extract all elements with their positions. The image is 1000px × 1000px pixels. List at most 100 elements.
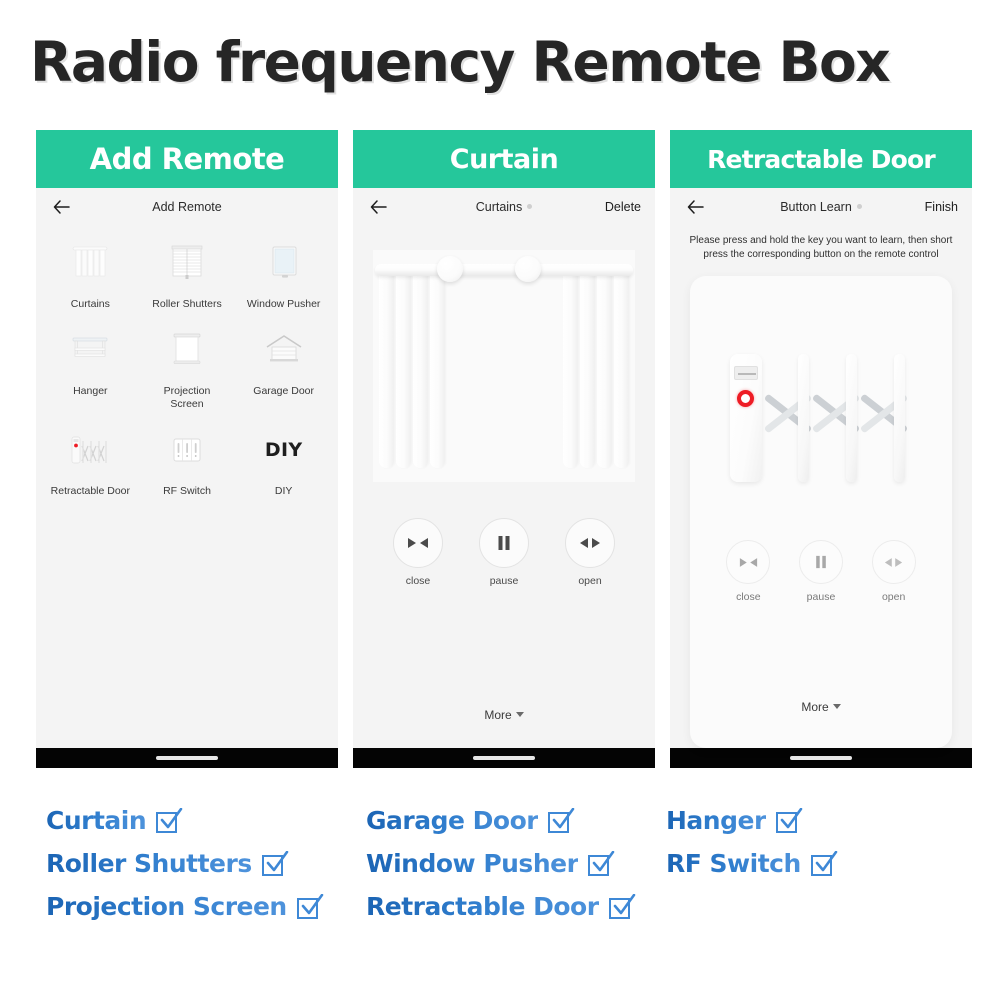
- phone-screen-add-remote: Add Remote Add Remote Curtains Roller Sh…: [36, 130, 338, 768]
- checkbox-checked-icon[interactable]: [261, 850, 289, 877]
- feature-item-garage-door: Garage Door: [366, 806, 666, 835]
- feature-label: Hanger: [666, 806, 766, 835]
- curtain-drape: [396, 272, 411, 468]
- grid-item-curtains[interactable]: Curtains: [42, 240, 139, 311]
- grid-item-label: Retractable Door: [50, 485, 131, 497]
- pause-icon: [479, 518, 529, 568]
- grid-item-projection-screen[interactable]: Projection Screen: [139, 327, 236, 411]
- screen-button-learn: Button Learn Finish Please press and hol…: [670, 188, 972, 748]
- feature-item-projection-screen: Projection Screen: [46, 892, 366, 921]
- open-curtain-icon: [871, 540, 916, 584]
- retractable-door-icon: [67, 427, 113, 473]
- more-button-gate[interactable]: More: [690, 700, 952, 748]
- pause-icon: [798, 540, 843, 584]
- grid-item-roller-shutters[interactable]: Roller Shutters: [139, 240, 236, 311]
- control-label: open: [881, 591, 906, 603]
- grid-item-label: Garage Door: [253, 385, 314, 397]
- phone-screen-curtain: Curtain Curtains Delete close pause open…: [353, 130, 655, 768]
- feature-item-retractable-door: Retractable Door: [366, 892, 666, 921]
- curtains-icon: [67, 240, 113, 286]
- hanger-icon: [67, 327, 113, 373]
- phone-screens-row: Add Remote Add Remote Curtains Roller Sh…: [36, 130, 972, 768]
- close-curtain-icon: [393, 518, 443, 568]
- grid-item-label: Hanger: [73, 385, 108, 397]
- chevron-down-icon: [832, 704, 841, 709]
- control-label: close: [736, 591, 761, 603]
- nav-title-text: Curtains: [475, 200, 523, 214]
- feature-label: Retractable Door: [366, 892, 599, 921]
- feature-label: RF Switch: [666, 849, 801, 878]
- checkbox-checked-icon[interactable]: [588, 850, 615, 877]
- grid-item-window-pusher[interactable]: Window Pusher: [235, 240, 332, 311]
- poster-root: Radio frequency Remote Box Add Remote Ad…: [0, 0, 1000, 1000]
- feature-label: Projection Screen: [46, 892, 287, 921]
- curtain-illustration: [373, 250, 635, 482]
- grid-item-retractable-door[interactable]: Retractable Door: [42, 427, 139, 498]
- checkbox-checked-icon[interactable]: [548, 807, 575, 834]
- checkbox-checked-icon[interactable]: [775, 807, 803, 834]
- panel-banner-curtain: Curtain: [353, 130, 655, 188]
- chevron-down-icon: [515, 712, 524, 717]
- checkbox-checked-icon[interactable]: [296, 893, 324, 920]
- close-button[interactable]: close: [726, 540, 771, 603]
- arrow-left-icon[interactable]: [50, 196, 72, 218]
- feature-label: Window Pusher: [366, 849, 579, 878]
- pause-button[interactable]: pause: [479, 518, 529, 587]
- screen-add-remote: Add Remote Curtains Roller Shutters Wind…: [36, 188, 338, 748]
- close-button[interactable]: close: [393, 518, 443, 587]
- curtain-handle-right[interactable]: [515, 256, 541, 282]
- arrow-left-icon[interactable]: [684, 196, 706, 218]
- finish-button[interactable]: Finish: [925, 200, 958, 214]
- home-indicator-pill[interactable]: [473, 756, 535, 760]
- roller-shutters-icon: [164, 240, 210, 286]
- checkbox-checked-icon[interactable]: [810, 850, 838, 877]
- curtain-drape: [597, 272, 612, 468]
- status-dot-icon: [856, 204, 862, 209]
- learn-instruction-text: Please press and hold the key you want t…: [689, 235, 953, 260]
- retractable-gate-illustration: [690, 336, 952, 546]
- arrow-left-icon[interactable]: [367, 196, 389, 218]
- device-type-grid: Curtains Roller Shutters Window Pusher H…: [36, 226, 338, 498]
- grid-item-garage-door[interactable]: Garage Door: [235, 327, 332, 411]
- gate-control-post: [730, 354, 762, 482]
- grid-item-hanger[interactable]: Hanger: [42, 327, 139, 411]
- checkbox-checked-icon[interactable]: [608, 893, 635, 920]
- grid-item-rf-switch[interactable]: RF Switch: [139, 427, 236, 498]
- home-indicator-bar: [670, 748, 972, 768]
- rf-switch-icon: [164, 427, 210, 473]
- diy-text-icon: DIY: [261, 427, 307, 473]
- feature-label: Garage Door: [366, 806, 539, 835]
- delete-button[interactable]: Delete: [605, 200, 641, 214]
- panel-banner-add-remote: Add Remote: [36, 130, 338, 188]
- window-pusher-icon: [261, 240, 307, 286]
- home-indicator-pill[interactable]: [156, 756, 218, 760]
- feature-checklist: Curtain Garage Door Hanger Roller Shutte…: [46, 806, 966, 921]
- curtain-drape: [430, 272, 445, 468]
- checkbox-checked-icon[interactable]: [156, 807, 183, 834]
- feature-label: Curtain: [46, 806, 147, 835]
- open-button[interactable]: open: [871, 540, 916, 603]
- grid-item-label: Window Pusher: [246, 298, 321, 310]
- feature-item-curtain: Curtain: [46, 806, 366, 835]
- home-indicator-bar: [353, 748, 655, 768]
- pause-button[interactable]: pause: [798, 540, 843, 603]
- navbar-curtain: Curtains Delete: [353, 188, 655, 226]
- feature-item-roller-shutters: Roller Shutters: [46, 849, 366, 878]
- grid-item-label: Roller Shutters: [152, 298, 222, 310]
- grid-item-label: Projection Screen: [163, 385, 211, 410]
- curtain-handle-left[interactable]: [437, 256, 463, 282]
- navbar-button-learn: Button Learn Finish: [670, 188, 972, 226]
- screen-curtain: Curtains Delete close pause open More: [353, 188, 655, 748]
- control-label: open: [578, 575, 602, 587]
- more-button-curtain[interactable]: More: [353, 708, 655, 748]
- feature-item-window-pusher: Window Pusher: [366, 849, 666, 878]
- status-led-icon: [737, 390, 754, 407]
- grid-item-diy[interactable]: DIY DIY: [235, 427, 332, 498]
- projection-screen-icon: [164, 327, 210, 373]
- curtain-drape: [580, 272, 595, 468]
- home-indicator-pill[interactable]: [790, 756, 852, 760]
- feature-item-hanger: Hanger: [666, 806, 926, 835]
- close-curtain-icon: [726, 540, 771, 584]
- open-curtain-icon: [565, 518, 615, 568]
- open-button[interactable]: open: [565, 518, 615, 587]
